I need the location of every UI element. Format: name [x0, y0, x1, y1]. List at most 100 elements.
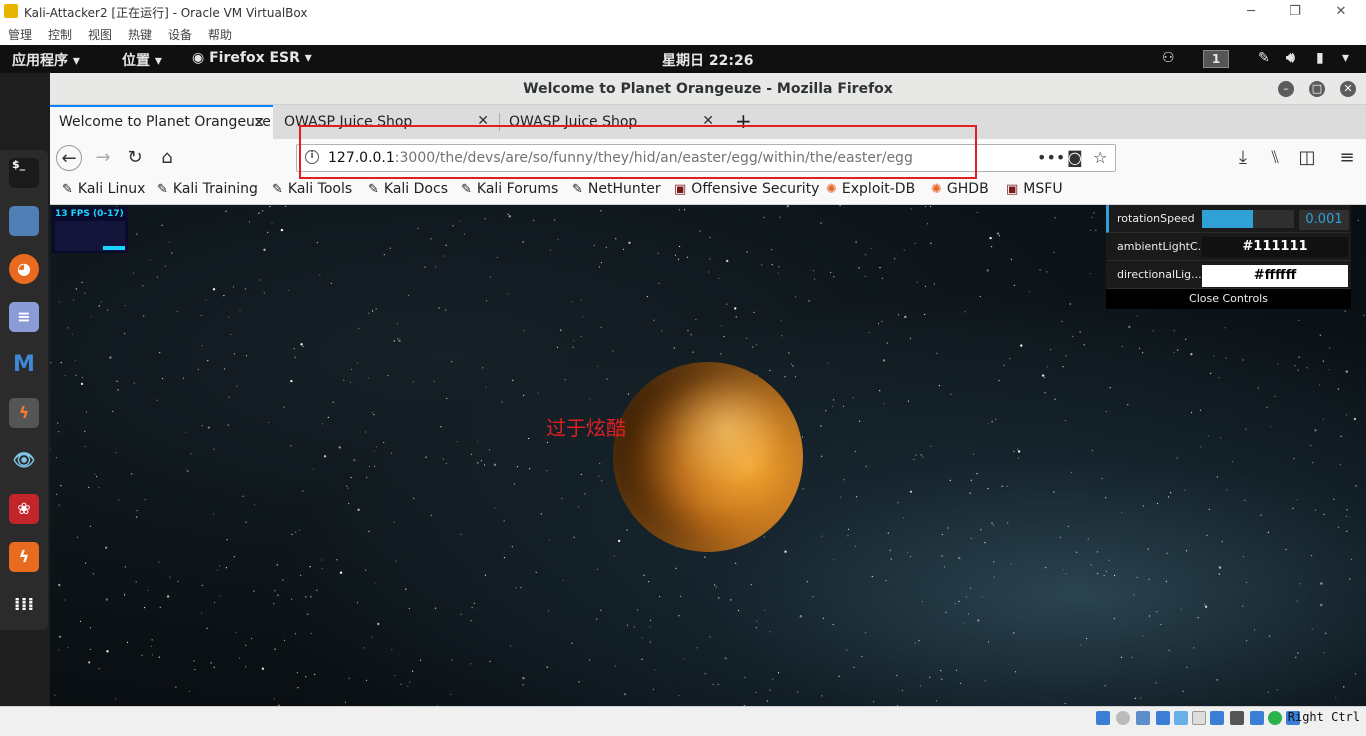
clock[interactable]: 星期日 22:26: [662, 50, 753, 70]
library-icon[interactable]: ⑊: [1262, 145, 1288, 171]
vbox-menu-view[interactable]: 视图: [88, 26, 112, 43]
star: [1076, 551, 1078, 553]
vbox-close-button[interactable]: ✕: [1326, 2, 1356, 22]
vbox-restore-button[interactable]: ❐: [1280, 2, 1310, 22]
tab-planet-orangeuze[interactable]: Welcome to Planet Orangeuze ✕: [50, 105, 273, 139]
star: [580, 299, 582, 301]
vbox-menu-hotkeys[interactable]: 热键: [128, 26, 152, 43]
star: [883, 403, 885, 405]
text-editor-icon[interactable]: ≡: [9, 302, 39, 332]
star: [515, 587, 517, 589]
bookmark-nethunter[interactable]: ✎ NetHunter: [572, 181, 661, 197]
guest-additions-icon[interactable]: [1268, 711, 1282, 725]
downloads-icon[interactable]: ⤓: [1230, 145, 1256, 171]
bookmark-kali-training[interactable]: ✎ Kali Training: [157, 181, 258, 197]
display-icon[interactable]: [1210, 711, 1224, 725]
bookmark-kali-docs[interactable]: ✎ Kali Docs: [368, 181, 448, 197]
vbox-menu-control[interactable]: 控制: [48, 26, 72, 43]
star: [1254, 629, 1256, 631]
files-icon[interactable]: [9, 206, 39, 236]
bookmark-offensive-security[interactable]: ▣ Offensive Security: [674, 181, 819, 197]
vbox-menu-manage[interactable]: 管理: [8, 26, 32, 43]
rotation-speed-input[interactable]: 0.001: [1299, 210, 1349, 230]
vbox-menu-devices[interactable]: 设备: [168, 26, 192, 43]
bookmark-ghdb[interactable]: ✺ GHDB: [931, 181, 989, 197]
star: [398, 339, 401, 342]
ambient-light-control: ambientLightC... #111111: [1106, 233, 1351, 261]
star: [397, 338, 399, 340]
places-label: 位置: [122, 53, 150, 69]
star: [451, 659, 453, 661]
star: [1206, 534, 1208, 536]
bookmark-exploit-db[interactable]: ✺ Exploit-DB: [826, 181, 915, 197]
hdd-icon[interactable]: [1096, 711, 1110, 725]
sidebar-icon[interactable]: ◫: [1294, 145, 1320, 171]
applications-menu[interactable]: 应用程序 ▾: [12, 50, 80, 70]
bookmark-msfu[interactable]: ▣ MSFU: [1006, 181, 1063, 197]
faraday-icon[interactable]: ϟ: [9, 542, 39, 572]
star: [368, 465, 370, 468]
forward-button[interactable]: →: [90, 145, 116, 171]
network-icon[interactable]: [1156, 711, 1170, 725]
close-icon[interactable]: ✕: [253, 115, 265, 131]
bookmark-kali-tools[interactable]: ✎ Kali Tools: [272, 181, 352, 197]
chevron-down-icon: ▾: [72, 53, 80, 69]
star: [755, 691, 757, 694]
close-controls-button[interactable]: Close Controls: [1106, 289, 1351, 309]
firefox-close-button[interactable]: ✕: [1340, 81, 1356, 97]
star: [1333, 498, 1335, 500]
places-menu[interactable]: 位置 ▾: [122, 50, 162, 70]
vbox-minimize-button[interactable]: ─: [1236, 2, 1266, 22]
home-button[interactable]: ⌂: [154, 145, 180, 171]
star: [307, 613, 309, 615]
directional-light-color-input[interactable]: #ffffff: [1202, 265, 1348, 287]
volume-icon[interactable]: 🔊︎: [1286, 50, 1295, 66]
user-switch-icon[interactable]: ⚇: [1162, 50, 1175, 66]
star: [1136, 315, 1138, 317]
star: [185, 431, 187, 433]
bookmark-kali-forums[interactable]: ✎ Kali Forums: [461, 181, 558, 197]
star: [124, 594, 126, 596]
star: [338, 446, 341, 449]
audio-icon[interactable]: [1136, 711, 1150, 725]
battery-icon[interactable]: ▮: [1316, 50, 1324, 66]
burpsuite-icon[interactable]: ϟ: [9, 398, 39, 428]
firefox-maximize-button[interactable]: □: [1309, 81, 1325, 97]
star: [723, 336, 725, 338]
app-grid-icon[interactable]: ⁞⁞⁞: [9, 590, 39, 620]
star: [1320, 582, 1323, 585]
terminal-icon[interactable]: $_: [9, 158, 39, 188]
star: [1210, 372, 1212, 374]
eye-icon[interactable]: 👁︎: [9, 446, 39, 476]
reload-button[interactable]: ↻: [122, 145, 148, 171]
star: [273, 603, 275, 605]
vbox-menu-help[interactable]: 帮助: [208, 26, 232, 43]
system-menu-chevron-icon[interactable]: ▾: [1342, 50, 1349, 66]
ambient-light-color-input[interactable]: #111111: [1202, 237, 1348, 257]
star: [201, 424, 203, 427]
star: [977, 619, 980, 622]
star: [597, 365, 599, 367]
firefox-minimize-button[interactable]: –: [1278, 81, 1294, 97]
shared-folders-icon[interactable]: [1192, 711, 1206, 725]
pocket-icon[interactable]: ◙: [1067, 148, 1083, 167]
pen-icon[interactable]: ✎: [1258, 50, 1270, 66]
usb-icon[interactable]: [1174, 711, 1188, 725]
star: [1016, 448, 1019, 450]
rotation-speed-slider[interactable]: [1202, 210, 1294, 228]
app-menu[interactable]: ◉ Firefox ESR ▾: [192, 50, 312, 66]
back-button[interactable]: ←: [56, 145, 82, 171]
metasploit-icon[interactable]: M: [9, 350, 39, 380]
optical-drive-icon[interactable]: [1116, 711, 1130, 725]
page-content[interactable]: 13 FPS (0-17) 过于炫酷 rotationSpeed 0.001 a…: [50, 205, 1366, 706]
bookmark-kali-linux[interactable]: ✎ Kali Linux: [62, 181, 145, 197]
cherrytree-icon[interactable]: ❀: [9, 494, 39, 524]
workspace-indicator[interactable]: 1: [1203, 50, 1229, 68]
page-actions-icon[interactable]: •••: [1037, 148, 1065, 167]
recording-icon[interactable]: [1230, 711, 1244, 725]
hamburger-menu-icon[interactable]: ≡: [1334, 145, 1360, 171]
vt-x-icon[interactable]: [1250, 711, 1264, 725]
star: [214, 601, 216, 603]
bookmark-star-icon[interactable]: ☆: [1093, 148, 1107, 167]
firefox-icon[interactable]: ◕: [9, 254, 39, 284]
